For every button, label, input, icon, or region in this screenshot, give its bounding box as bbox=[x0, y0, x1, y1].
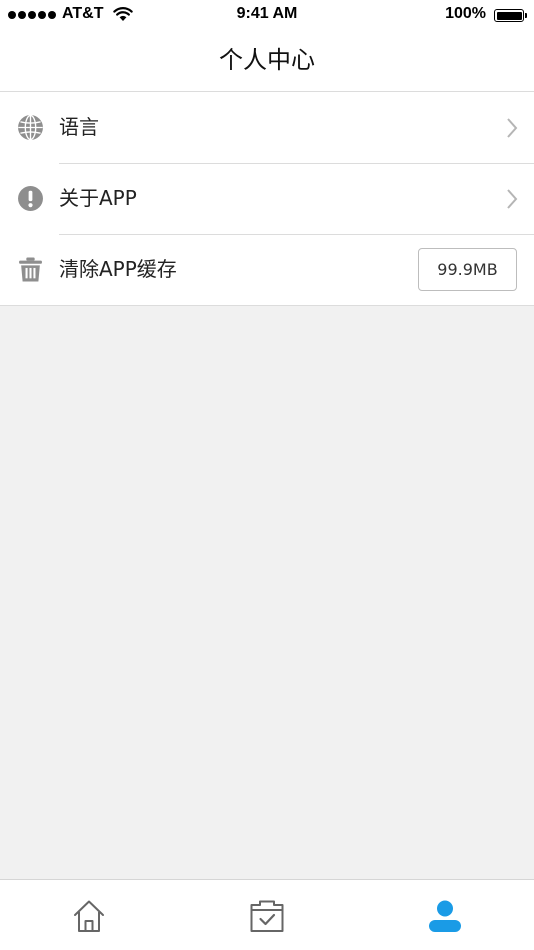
tab-home[interactable] bbox=[0, 880, 178, 950]
status-bar: AT&T 9:41 AM 100% bbox=[0, 0, 534, 30]
cache-size-badge: 99.9MB bbox=[418, 248, 517, 291]
settings-item-about[interactable]: 关于APP bbox=[0, 163, 534, 234]
chevron-right-icon bbox=[507, 189, 518, 209]
tab-bar bbox=[0, 879, 534, 950]
folder-check-icon bbox=[250, 900, 284, 932]
settings-item-label: 清除APP缓存 bbox=[59, 257, 177, 281]
settings-item-clear-cache[interactable]: 清除APP缓存 99.9MB bbox=[0, 234, 534, 305]
settings-item-label: 语言 bbox=[59, 115, 99, 139]
trash-icon bbox=[19, 257, 42, 282]
settings-item-label: 关于APP bbox=[59, 186, 137, 210]
battery-percent: 100% bbox=[445, 5, 486, 22]
settings-list: 语言 关于APP 清除APP缓存 99.9MB bbox=[0, 92, 534, 306]
navigation-bar: 个人中心 bbox=[0, 30, 534, 92]
tab-profile[interactable] bbox=[356, 880, 534, 950]
info-exclamation-icon bbox=[18, 186, 43, 211]
tab-tasks[interactable] bbox=[178, 880, 356, 950]
user-icon bbox=[429, 900, 461, 932]
battery-icon bbox=[494, 9, 527, 22]
globe-icon bbox=[18, 114, 43, 141]
settings-item-language[interactable]: 语言 bbox=[0, 92, 534, 163]
chevron-right-icon bbox=[507, 118, 518, 138]
home-icon bbox=[74, 900, 104, 932]
page-title: 个人中心 bbox=[219, 46, 315, 74]
